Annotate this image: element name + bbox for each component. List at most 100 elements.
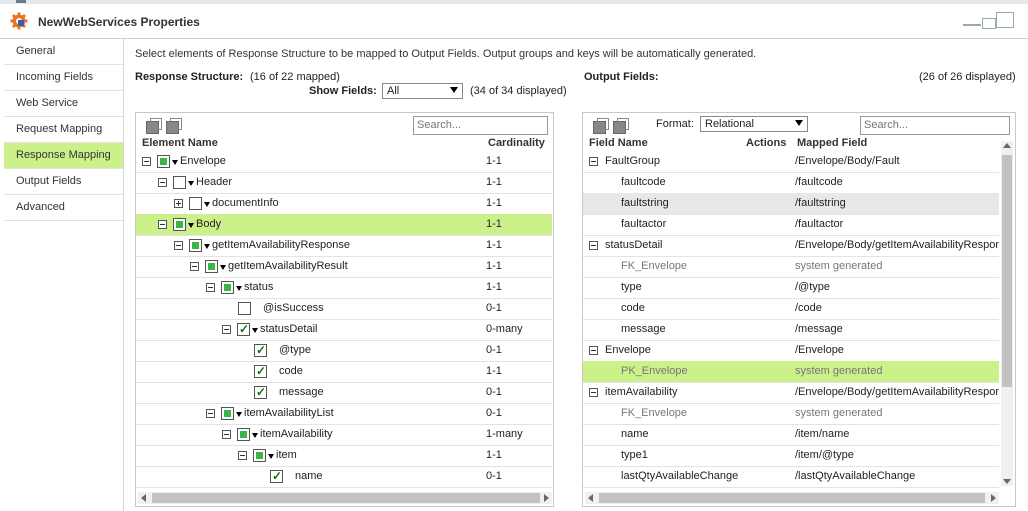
left-horizontal-scrollbar[interactable]	[138, 492, 552, 504]
scroll-right-icon[interactable]	[991, 494, 996, 502]
output-field-row[interactable]: name/item/name	[583, 424, 999, 446]
tree-row[interactable]: itemAvailabilityList 0-1	[136, 403, 552, 425]
tree-checkbox[interactable]	[157, 155, 170, 168]
tree-row[interactable]: name 0-1	[136, 466, 552, 488]
format-select[interactable]: Relational	[700, 116, 808, 132]
output-field-row[interactable]: lastQtyAvailableChange/lastQtyAvailableC…	[583, 466, 999, 488]
tree-row[interactable]: Body 1-1	[136, 214, 552, 236]
scroll-right-icon[interactable]	[544, 494, 549, 502]
remove-group-icon[interactable]	[613, 118, 629, 134]
output-field-row[interactable]: FK_Envelope system generated	[583, 403, 999, 425]
collapse-icon[interactable]	[222, 430, 231, 439]
collapse-icon[interactable]	[589, 157, 598, 166]
dropdown-arrow-icon[interactable]	[236, 286, 242, 291]
output-group-row[interactable]: Envelope/Envelope	[583, 340, 999, 362]
right-vertical-scrollbar[interactable]	[1001, 141, 1013, 486]
tree-checkbox[interactable]	[254, 340, 267, 361]
collapse-icon[interactable]	[222, 325, 231, 334]
output-field-row[interactable]: message/message	[583, 319, 999, 341]
collapse-icon[interactable]	[206, 409, 215, 418]
dropdown-arrow-icon[interactable]	[188, 223, 194, 228]
tree-row[interactable]: itemAvailability 1-many	[136, 424, 552, 446]
add-group-icon[interactable]	[593, 118, 609, 134]
tree-checkbox[interactable]	[253, 449, 266, 462]
tree-row[interactable]: status 1-1	[136, 277, 552, 299]
tree-checkbox[interactable]	[189, 239, 202, 252]
expand-icon[interactable]	[174, 199, 183, 208]
collapse-icon[interactable]	[142, 157, 151, 166]
dropdown-arrow-icon[interactable]	[188, 181, 194, 186]
collapse-icon[interactable]	[190, 262, 199, 271]
collapse-icon[interactable]	[158, 220, 167, 229]
output-group-row[interactable]: itemAvailability/Envelope/Body/getItemAv…	[583, 382, 999, 404]
output-field-row[interactable]: FK_Envelope system generated	[583, 256, 999, 278]
left-hscroll-thumb[interactable]	[152, 493, 540, 503]
tree-checkbox[interactable]	[238, 302, 251, 315]
tree-row[interactable]: @type 0-1	[136, 340, 552, 362]
output-field-row[interactable]: code/code	[583, 298, 999, 320]
output-group-row[interactable]: FaultGroup/Envelope/Body/Fault	[583, 151, 999, 173]
right-horizontal-scrollbar[interactable]	[585, 492, 999, 504]
maximize-button[interactable]	[996, 12, 1014, 28]
sidebar-item[interactable]: Advanced	[4, 195, 123, 221]
collapse-icon[interactable]	[238, 451, 247, 460]
output-field-row[interactable]: type /@type	[583, 277, 999, 299]
scroll-left-icon[interactable]	[588, 494, 593, 502]
dropdown-arrow-icon[interactable]	[268, 454, 274, 459]
tree-checkbox[interactable]	[173, 176, 186, 189]
right-vscroll-thumb[interactable]	[1002, 155, 1012, 387]
dropdown-arrow-icon[interactable]	[172, 160, 178, 165]
collapse-icon[interactable]	[589, 388, 598, 397]
scroll-left-icon[interactable]	[141, 494, 146, 502]
tree-checkbox[interactable]	[270, 466, 283, 487]
tree-row[interactable]: @isSuccess 0-1	[136, 298, 552, 320]
sidebar-item[interactable]: Request Mapping	[4, 117, 123, 143]
expand-all-icon[interactable]	[146, 118, 162, 134]
tree-row[interactable]: code 1-1	[136, 361, 552, 383]
tree-row[interactable]: item 1-1	[136, 445, 552, 467]
tree-row[interactable]: Header 1-1	[136, 172, 552, 194]
left-vertical-scrollbar[interactable]	[553, 141, 554, 486]
show-fields-select[interactable]: All	[382, 83, 463, 99]
tree-row[interactable]: Envelope 1-1	[136, 151, 552, 173]
dropdown-arrow-icon[interactable]	[204, 244, 210, 249]
scroll-up-icon[interactable]	[1003, 143, 1011, 148]
right-hscroll-thumb[interactable]	[599, 493, 985, 503]
tree-checkbox[interactable]	[254, 361, 267, 382]
collapse-icon[interactable]	[158, 178, 167, 187]
sidebar-item[interactable]: General	[4, 39, 123, 65]
collapse-icon[interactable]	[174, 241, 183, 250]
output-field-row[interactable]: faultactor/faultactor	[583, 214, 999, 236]
collapse-icon[interactable]	[206, 283, 215, 292]
output-field-row[interactable]: PK_Envelope system generated	[583, 361, 999, 383]
tree-checkbox[interactable]	[173, 218, 186, 231]
left-search-input[interactable]	[413, 116, 548, 135]
sidebar-item[interactable]: Incoming Fields	[4, 65, 123, 91]
tree-row[interactable]: statusDetail 0-many	[136, 319, 552, 341]
sidebar-item[interactable]: Output Fields	[4, 169, 123, 195]
tree-row[interactable]: documentInfo 1-1	[136, 193, 552, 215]
output-field-row[interactable]: type1/item/@type	[583, 445, 999, 467]
sidebar-item[interactable]: Web Service	[4, 91, 123, 117]
minimize-button[interactable]	[963, 24, 981, 26]
tree-row[interactable]: getItemAvailabilityResult 1-1	[136, 256, 552, 278]
tree-checkbox[interactable]	[237, 428, 250, 441]
dropdown-arrow-icon[interactable]	[236, 412, 242, 417]
tree-checkbox[interactable]	[205, 260, 218, 273]
tree-checkbox[interactable]	[254, 382, 267, 403]
dropdown-arrow-icon[interactable]	[220, 265, 226, 270]
tree-checkbox[interactable]	[221, 407, 234, 420]
dropdown-arrow-icon[interactable]	[252, 328, 258, 333]
output-field-row[interactable]: faultstring/faultstring	[583, 193, 999, 215]
tree-checkbox[interactable]	[189, 197, 202, 210]
tree-row[interactable]: message 0-1	[136, 382, 552, 404]
sidebar-item[interactable]: Response Mapping	[4, 143, 123, 169]
scroll-down-icon[interactable]	[1003, 479, 1011, 484]
collapse-all-icon[interactable]	[166, 118, 182, 134]
dropdown-arrow-icon[interactable]	[204, 202, 210, 207]
output-group-row[interactable]: statusDetail/Envelope/Body/getItemAvaila…	[583, 235, 999, 257]
right-search-input[interactable]	[860, 116, 1010, 135]
restore-button[interactable]	[982, 18, 996, 29]
tree-row[interactable]: getItemAvailabilityResponse 1-1	[136, 235, 552, 257]
tree-checkbox[interactable]	[237, 319, 250, 340]
